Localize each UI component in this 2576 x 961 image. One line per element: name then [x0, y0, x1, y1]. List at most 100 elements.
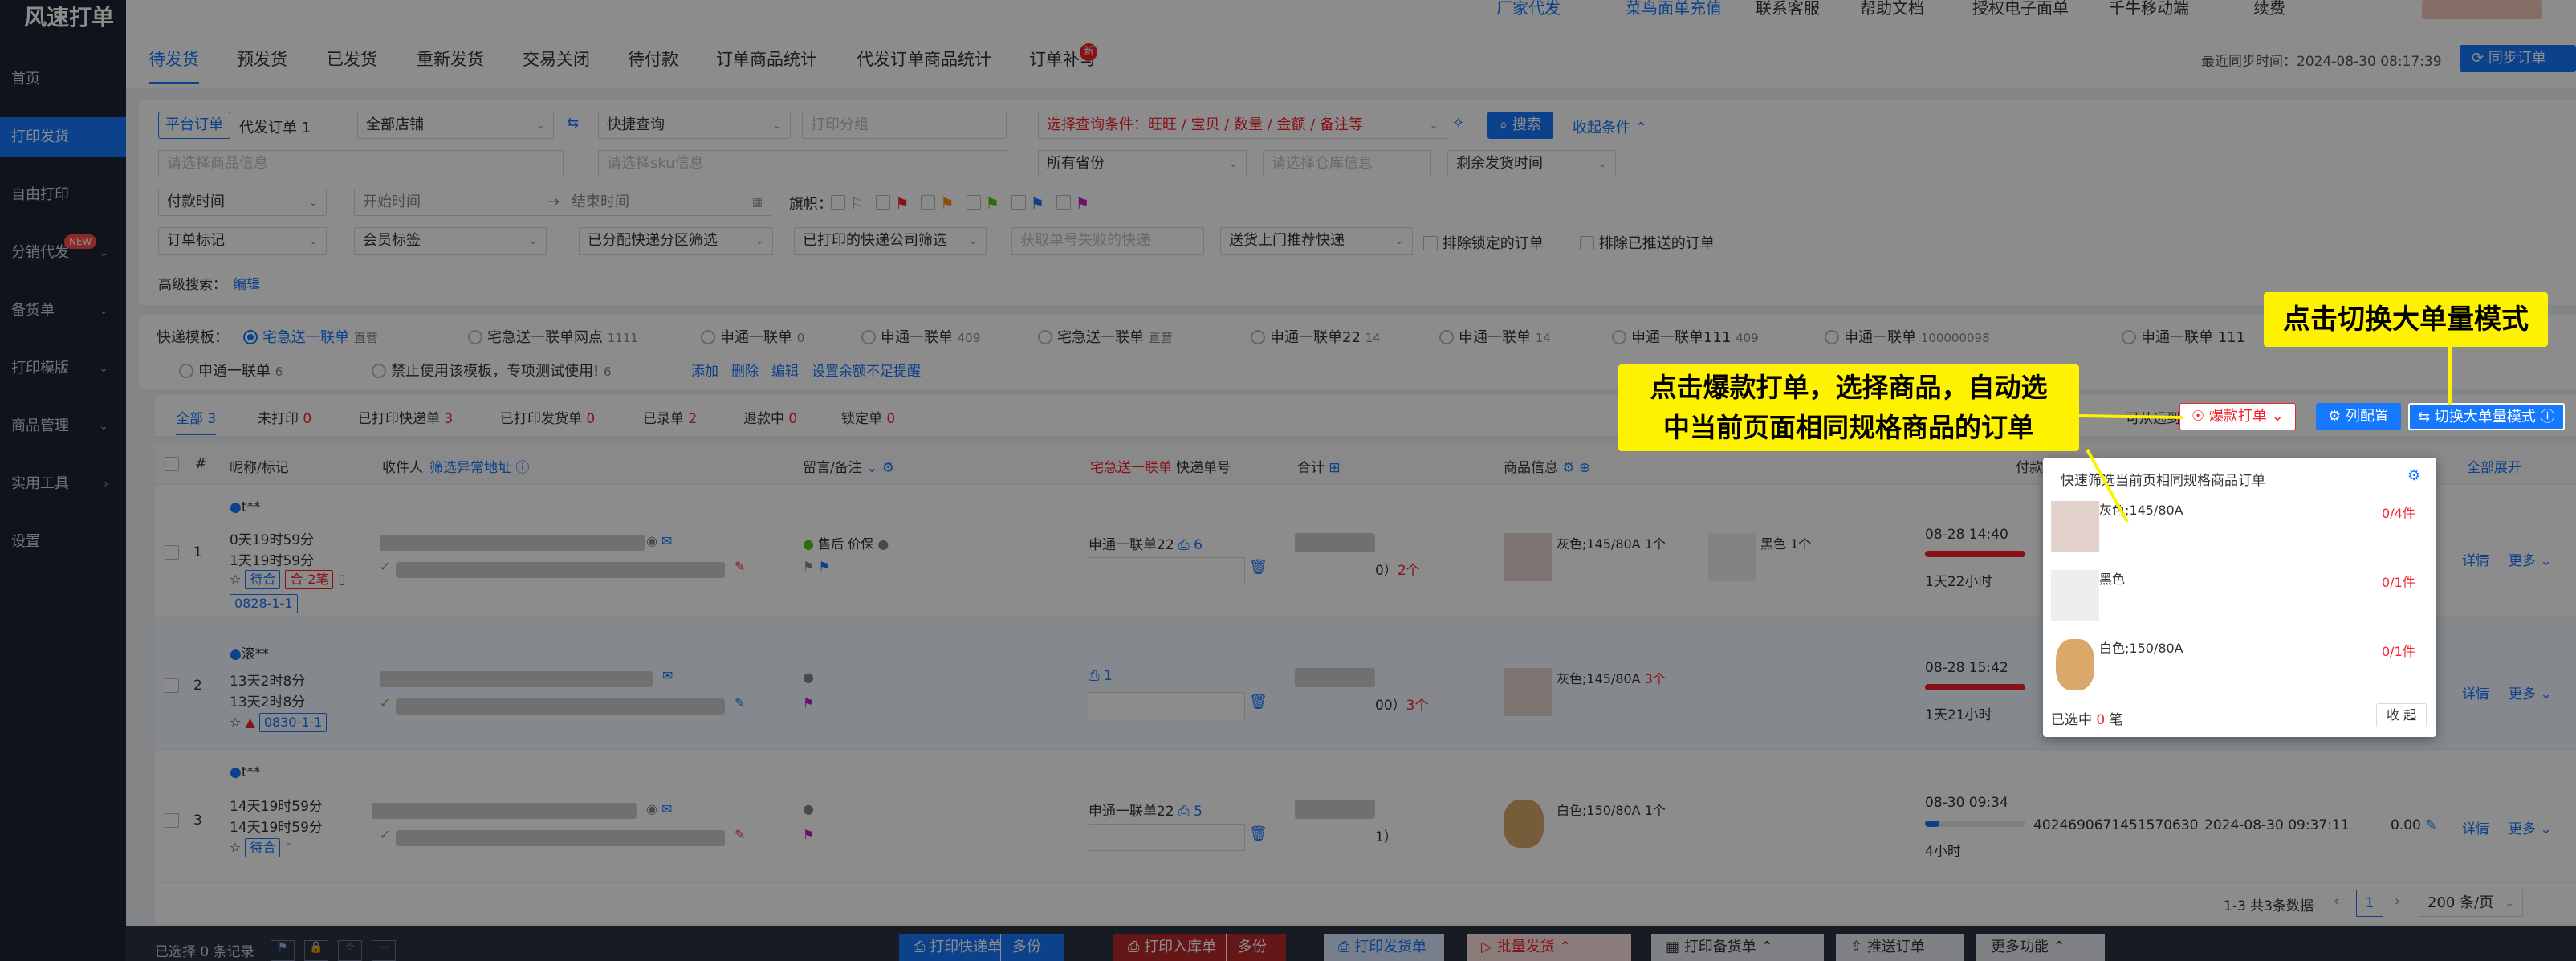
popup-item[interactable]: 灰色;145/80A 0/4件 — [2043, 493, 2436, 562]
status-tab-all[interactable]: 全部 3 — [176, 407, 217, 435]
flag-purple-icon[interactable]: ⚑ — [803, 827, 814, 842]
template-option[interactable]: 宅急送一联单网点 1111 — [468, 326, 638, 347]
order-no[interactable]: 4024690671451570630 — [2033, 817, 2199, 833]
buyer-nick[interactable]: ●滚** — [230, 642, 269, 662]
table-row[interactable]: 3 ●t** 14天19时59分 14天19时59分 ☆ 待合 ▯ ◉ ✉ ✓ ✎… — [155, 750, 2576, 883]
printed-express-select[interactable]: 已打印的快递公司筛选 ⌄ — [794, 227, 987, 255]
sidebar-item-print-ship[interactable]: 打印发货 — [0, 117, 126, 157]
flag-icons[interactable]: ⚑ ⚑ — [803, 559, 830, 574]
sidebar-item-home[interactable]: 首页 — [0, 59, 126, 100]
status-tab-printed-delivery[interactable]: 已打印发货单 0 — [500, 407, 595, 427]
template-option[interactable]: 禁止使用该模板，专项测试使用! 6 — [372, 360, 612, 381]
province-select[interactable]: 所有省份 ⌄ — [1038, 150, 1247, 177]
flag-checkbox[interactable] — [921, 195, 936, 210]
tab-proxy-stats[interactable]: 代发订单商品统计 — [857, 47, 991, 75]
delete-icon[interactable]: 🗑 — [1249, 825, 1268, 842]
pay-time-select[interactable]: 付款时间 ⌄ — [158, 189, 327, 216]
search-button[interactable]: ⌕ 搜索 — [1487, 112, 1553, 139]
expand-all-link[interactable]: 全部展开 — [2467, 456, 2521, 476]
flag-purple-icon[interactable]: ⚑ — [803, 695, 814, 711]
template-balance-alert-link[interactable]: 设置余额不足提醒 — [812, 360, 921, 380]
edit-address-icon[interactable]: ✎ — [735, 559, 745, 574]
track-no-input[interactable] — [1089, 557, 1245, 584]
select-all-checkbox[interactable] — [165, 456, 179, 473]
collapse-conditions-link[interactable]: 收起条件 ⌃ — [1573, 116, 1647, 137]
batch-ship-button[interactable]: ▷ 批量发货 ⌃ — [1467, 934, 1631, 961]
topbar-link-cainiao[interactable]: 菜鸟面单充值 — [1626, 0, 1722, 18]
sidebar-item-settings[interactable]: 设置 — [0, 522, 126, 562]
push-order-button[interactable]: ⇪ 推送订单 — [1836, 934, 1964, 961]
topbar-link-factory[interactable]: 厂家代发 — [1496, 0, 1561, 18]
edit-icon[interactable]: ✎ — [2425, 817, 2436, 833]
checkbox[interactable] — [1580, 236, 1594, 250]
proxy-order-toggle[interactable]: 代发订单 1 — [239, 116, 311, 137]
advanced-search-edit-link[interactable]: 编辑 — [233, 273, 260, 293]
next-page-icon[interactable]: › — [2395, 893, 2400, 910]
sidebar-item-distribution[interactable]: 分销代发 NEW ⌄ — [0, 233, 126, 273]
sku-info-select[interactable]: 请选择sku信息 — [598, 150, 1007, 177]
remaining-time-select[interactable]: 剩余发货时间 ⌄ — [1447, 150, 1616, 177]
star-icon[interactable]: ☆ — [230, 840, 241, 855]
prev-page-icon[interactable]: ‹ — [2334, 893, 2339, 910]
flag-checkbox[interactable] — [1011, 195, 1026, 210]
checkbox[interactable] — [165, 678, 179, 693]
star-icon[interactable]: ☆ — [230, 715, 241, 730]
print-stock-button[interactable]: ▦ 打印备货单 ⌃ — [1651, 934, 1824, 961]
sidebar-item-stock[interactable]: 备货单 ⌄ — [0, 291, 126, 331]
page-current[interactable]: 1 — [2356, 890, 2383, 917]
date-range-picker[interactable]: 开始时间 → 结束时间 ▦ — [354, 189, 771, 216]
condition-input[interactable]: 选择查询条件：旺旺 / 宝贝 / 数量 / 金额 / 备注等 ⌄ — [1038, 112, 1447, 139]
template-option[interactable]: 申通一联单 100000098 — [1825, 326, 1990, 347]
mail-icon[interactable]: ✉ — [661, 533, 672, 548]
status-tab-refunding[interactable]: 退款中 0 — [743, 407, 797, 427]
multi-copy-label[interactable]: 多份 — [1000, 934, 1041, 961]
user-avatar-blurred[interactable] — [2422, 0, 2542, 19]
edit-address-icon[interactable]: ✎ — [735, 827, 745, 842]
flag-icon[interactable]: ⚑ — [271, 940, 295, 961]
template-add-link[interactable]: 添加 — [691, 360, 718, 380]
template-option[interactable]: 申通一联单 14 — [1439, 326, 1551, 347]
print-group-select[interactable]: 打印分组 — [802, 112, 1007, 139]
sidebar-item-tools[interactable]: 实用工具 › — [0, 464, 126, 504]
print-inbound-button[interactable]: ⎙ 打印入库单 多份 — [1113, 934, 1286, 961]
template-option[interactable]: 宅急送一联单 直营 — [1038, 326, 1173, 347]
hot-print-button[interactable]: ☉ 爆款打单 ⌄ — [2179, 403, 2296, 430]
express-zone-select[interactable]: 已分配快递分区筛选 ⌄ — [579, 227, 773, 255]
checkbox[interactable] — [165, 457, 179, 471]
more-link[interactable]: 更多 ⌄ — [2509, 817, 2552, 837]
eye-icon[interactable]: ◉ ✉ — [646, 801, 672, 816]
topbar-link-service[interactable]: 联系客服 — [1756, 0, 1820, 18]
sidebar-item-goods[interactable]: 商品管理 ⌄ — [0, 406, 126, 446]
multi-copy-label[interactable]: 多份 — [1226, 934, 1267, 961]
phone-icon[interactable]: ▯ — [285, 840, 292, 855]
checkbox[interactable] — [165, 813, 179, 828]
more-icon[interactable]: ⋯ — [372, 940, 396, 961]
checkbox[interactable] — [1423, 236, 1438, 250]
template-option[interactable]: 申通一联单 6 — [179, 360, 283, 381]
flag-checkbox[interactable] — [831, 195, 845, 210]
flag-checkbox[interactable] — [1056, 195, 1071, 210]
shop-select[interactable]: 全部店铺 ⌄ — [357, 112, 554, 139]
filter-abnormal-address-link[interactable]: 筛选异常地址 ⓘ — [429, 456, 529, 476]
topbar-link-renew[interactable]: 续费 — [2253, 0, 2285, 18]
row-checkbox[interactable] — [165, 544, 179, 561]
phone-icon[interactable]: ▯ — [338, 572, 345, 587]
eye-icon[interactable]: ◉ ✉ — [646, 533, 672, 548]
topbar-link-mobile[interactable]: 千牛移动端 — [2109, 0, 2189, 18]
print-express-button[interactable]: ⎙ 打印快递单 多份 — [899, 934, 1064, 961]
template-option[interactable]: 申通一联单 409 — [861, 326, 980, 347]
template-delete-link[interactable]: 删除 — [731, 360, 759, 380]
detail-link[interactable]: 详情 — [2462, 682, 2489, 702]
tab-shipped[interactable]: 已发货 — [327, 47, 377, 75]
swap-icon[interactable]: ⇆ — [567, 115, 579, 132]
buyer-nick[interactable]: ●t** — [230, 764, 261, 780]
goods-info-select[interactable]: 请选择商品信息 — [158, 150, 564, 177]
member-tag-select[interactable]: 会员标签 ⌄ — [354, 227, 547, 255]
page-size-select[interactable]: 200 条/页 ⌄ — [2419, 890, 2523, 917]
more-link[interactable]: 更多 ⌄ — [2509, 682, 2552, 702]
expand-icon[interactable]: ⊞ — [1329, 460, 1340, 476]
mail-icon[interactable]: ✉ — [661, 801, 672, 816]
settings-icon[interactable]: ⚙ — [2407, 467, 2420, 484]
door-pickup-select[interactable]: 送货上门推荐快递 ⌄ — [1220, 227, 1413, 255]
failed-no-select[interactable]: 获取单号失败的快递 — [1011, 227, 1204, 255]
